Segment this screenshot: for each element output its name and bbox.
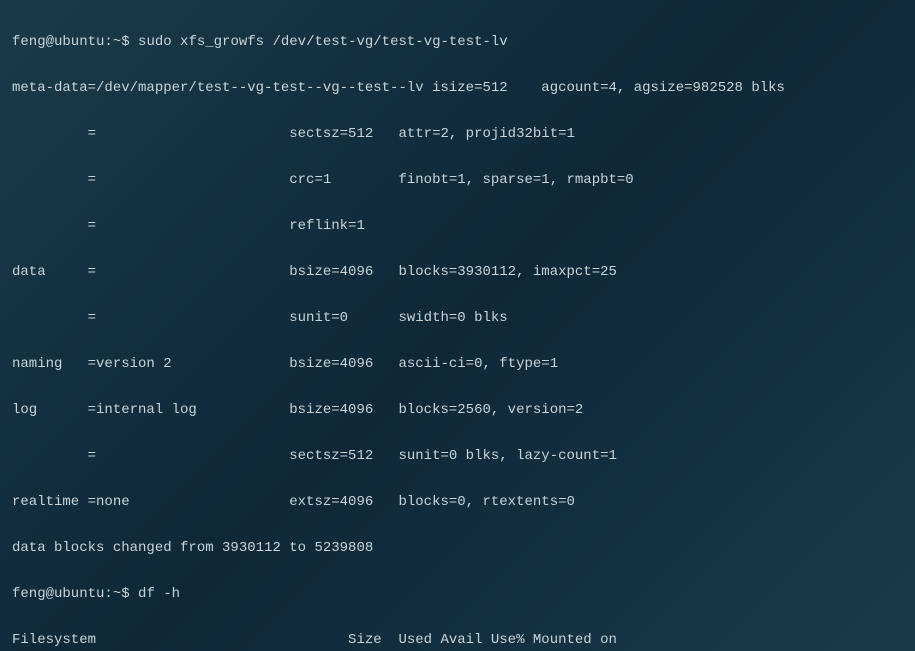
prompt-colon: : (104, 34, 112, 50)
prompt-dollar: $ (121, 586, 129, 602)
xfs-output-line: realtime =none extsz=4096 blocks=0, rtex… (12, 491, 903, 514)
df-header: Filesystem Size Used Avail Use% Mounted … (12, 629, 903, 651)
xfs-output-line: naming =version 2 bsize=4096 ascii-ci=0,… (12, 353, 903, 376)
prompt-dollar: $ (121, 34, 129, 50)
xfs-output-line: log =internal log bsize=4096 blocks=2560… (12, 399, 903, 422)
xfs-output-line: = reflink=1 (12, 215, 903, 238)
xfs-output-line: = sectsz=512 attr=2, projid32bit=1 (12, 123, 903, 146)
prompt-user: feng@ubuntu (12, 586, 104, 602)
prompt-line-2: feng@ubuntu:~$ df -h (12, 583, 903, 606)
xfs-output-line: data = bsize=4096 blocks=3930112, imaxpc… (12, 261, 903, 284)
xfs-output-line: = crc=1 finobt=1, sparse=1, rmapbt=0 (12, 169, 903, 192)
xfs-output-line: data blocks changed from 3930112 to 5239… (12, 537, 903, 560)
prompt-path: ~ (113, 34, 121, 50)
command-2: df -h (138, 586, 180, 602)
xfs-output-line: = sectsz=512 sunit=0 blks, lazy-count=1 (12, 445, 903, 468)
prompt-path: ~ (113, 586, 121, 602)
prompt-colon: : (104, 586, 112, 602)
xfs-output-line: = sunit=0 swidth=0 blks (12, 307, 903, 330)
xfs-output-line: meta-data=/dev/mapper/test--vg-test--vg-… (12, 77, 903, 100)
prompt-line-1: feng@ubuntu:~$ sudo xfs_growfs /dev/test… (12, 31, 903, 54)
terminal[interactable]: feng@ubuntu:~$ sudo xfs_growfs /dev/test… (0, 0, 915, 651)
command-1: sudo xfs_growfs /dev/test-vg/test-vg-tes… (138, 34, 508, 50)
prompt-user: feng@ubuntu (12, 34, 104, 50)
